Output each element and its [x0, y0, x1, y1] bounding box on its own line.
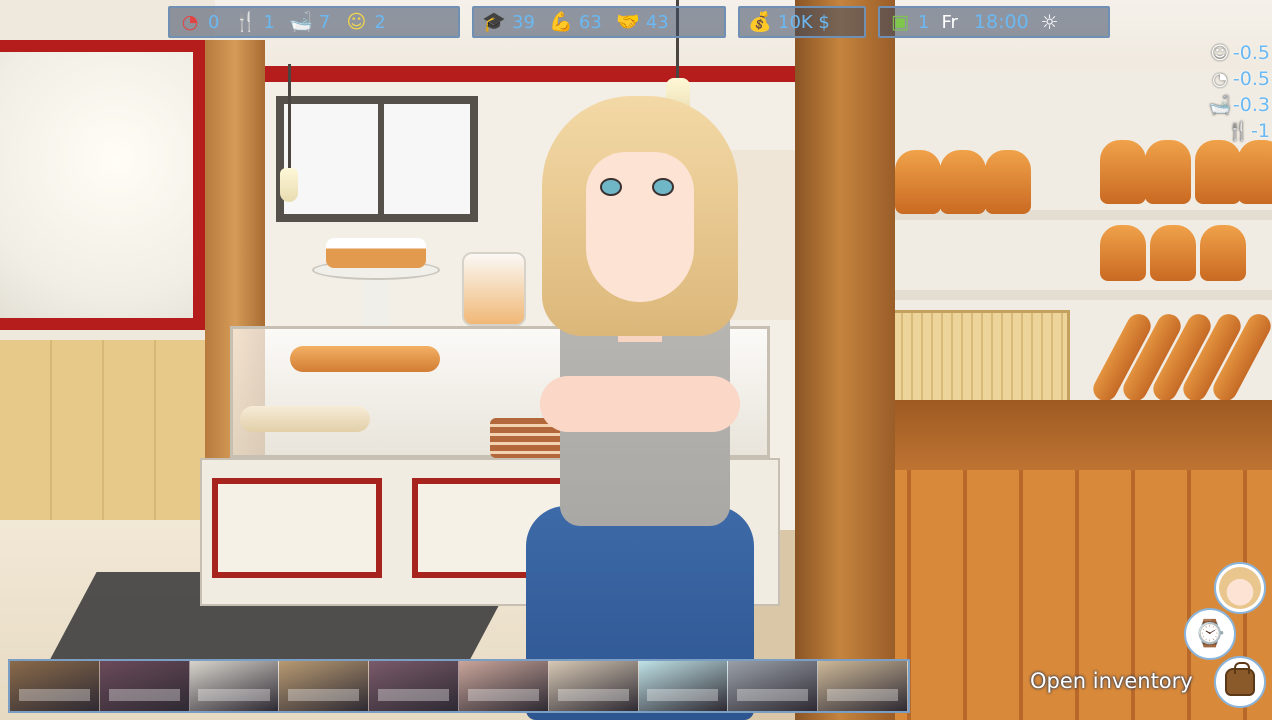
graduation-cap-icon: 🎓 — [482, 10, 506, 33]
cake — [326, 238, 426, 268]
stat-hunger[interactable]: 🍴 1 — [233, 10, 275, 34]
character-avatar-button[interactable] — [1214, 562, 1266, 614]
handshake-icon: 🤝 — [615, 10, 640, 33]
bag-icon — [1225, 662, 1255, 696]
location-thumbnail[interactable] — [638, 661, 729, 711]
health-gauge-icon: ◔ — [181, 10, 199, 33]
stat-value: 43 — [645, 11, 669, 33]
stat-value: 63 — [578, 11, 602, 33]
mood-mask-icon: ☺ — [346, 10, 367, 33]
location-thumbnail[interactable] — [99, 661, 190, 711]
strength-arm-icon: 💪 — [549, 10, 573, 33]
location-thumbnail[interactable] — [189, 661, 280, 711]
status-effects: ☺ -0.5 ◔ -0.5 🛁 -0.3 🍴 -1 — [1200, 40, 1270, 144]
cookie-jar — [462, 252, 526, 326]
back-window — [276, 96, 478, 222]
avatar — [1219, 567, 1261, 609]
left-window — [0, 40, 205, 330]
stat-health[interactable]: ◔ 0 — [178, 10, 220, 34]
bathtub-icon: 🛁 — [1208, 94, 1232, 116]
character-girl[interactable] — [520, 96, 760, 720]
watch-icon: ⌚ — [1193, 619, 1227, 649]
effect-mood: ☺ -0.5 — [1210, 42, 1270, 64]
location-thumbnail[interactable] — [728, 661, 819, 711]
stat-value: 7 — [318, 11, 331, 33]
stat-strength[interactable]: 💪 63 — [549, 10, 602, 34]
stat-value: 0 — [208, 11, 220, 33]
money-panel[interactable]: 💰 10K $ — [738, 6, 866, 38]
sun-icon: ☼ — [1040, 10, 1059, 34]
fork-knife-icon: 🍴 — [1227, 120, 1250, 142]
stat-mood[interactable]: ☺ 2 — [344, 10, 385, 34]
day-number: 1 — [918, 11, 930, 33]
skills-panel: 🎓 39 💪 63 🤝 43 — [472, 6, 726, 38]
location-thumbnail[interactable] — [818, 661, 908, 711]
stat-charisma[interactable]: 🤝 43 — [616, 10, 669, 34]
effect-hygiene: 🛁 -0.3 — [1208, 94, 1270, 116]
money-value: 10K $ — [778, 11, 830, 33]
location-thumbnail[interactable] — [548, 661, 639, 711]
inventory-button[interactable] — [1214, 656, 1266, 708]
weekday: Fr — [941, 11, 958, 33]
stat-value: 39 — [512, 11, 535, 33]
pendant-lamp — [280, 168, 298, 202]
effect-health: ◔ -0.5 — [1200, 66, 1270, 92]
stat-intelligence[interactable]: 🎓 39 — [482, 10, 535, 34]
stat-value: 2 — [374, 11, 386, 33]
location-thumbnail[interactable] — [279, 661, 370, 711]
calendar-icon: ▣ — [891, 10, 909, 33]
location-thumbnail[interactable] — [458, 661, 549, 711]
mood-mask-icon: ☺ — [1210, 42, 1230, 64]
right-pillar — [795, 0, 895, 720]
bathtub-icon: 🛁 — [289, 10, 313, 33]
fork-knife-icon: 🍴 — [233, 10, 258, 33]
health-gauge-icon: ◔ — [1212, 68, 1228, 90]
wait-button[interactable]: ⌚ — [1184, 608, 1236, 660]
stat-value: 1 — [263, 11, 275, 33]
bakery-scene — [0, 0, 1272, 720]
clock-time: 18:00 — [973, 11, 1029, 33]
money-bag-icon: 💰 — [748, 10, 772, 33]
needs-panel: ◔ 0 🍴 1 🛁 7 ☺ 2 — [168, 6, 460, 38]
location-bar — [8, 659, 910, 713]
time-panel[interactable]: ▣ 1 Fr 18:00 ☼ — [878, 6, 1110, 38]
location-thumbnail[interactable] — [10, 661, 100, 711]
location-thumbnail[interactable] — [369, 661, 459, 711]
stat-hygiene[interactable]: 🛁 7 — [289, 10, 330, 34]
effect-hunger: 🍴 -1 — [1227, 120, 1270, 142]
red-trim — [215, 66, 805, 82]
bread-basket — [870, 310, 1070, 410]
inventory-label: Open inventory — [1030, 669, 1193, 693]
